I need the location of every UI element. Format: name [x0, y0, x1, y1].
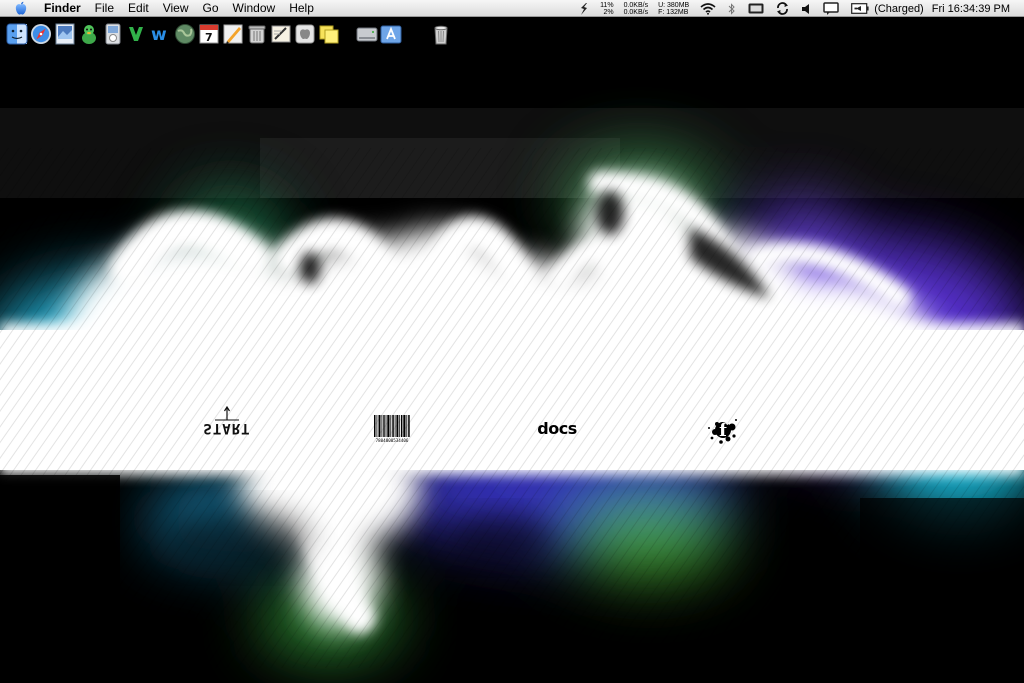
svg-text:7: 7: [205, 31, 213, 44]
adium-icon[interactable]: [78, 23, 100, 45]
barcode-shortcut[interactable]: 7804000534406: [372, 408, 412, 448]
menu-go[interactable]: Go: [196, 0, 226, 17]
trash-can-icon[interactable]: [246, 23, 268, 45]
desktop-wallpaper: [0, 18, 1024, 683]
pencil-app-icon[interactable]: [222, 23, 244, 45]
memory-line-2: F: 132MB: [658, 8, 689, 16]
volume-icon[interactable]: [801, 3, 811, 15]
svg-text:w: w: [151, 25, 167, 45]
menu-finder[interactable]: Finder: [42, 0, 88, 17]
stickies-icon[interactable]: [318, 23, 340, 45]
bluetooth-icon[interactable]: [728, 2, 736, 15]
logo-glyph: f: [719, 420, 728, 441]
logo-shortcut[interactable]: f: [700, 408, 746, 448]
network-line-2: 0.0KB/s: [623, 8, 649, 16]
barcode-icon: 7804000534406: [374, 415, 410, 443]
apple-app-icon[interactable]: [294, 23, 316, 45]
safari-icon[interactable]: [30, 23, 52, 45]
memory-line-1: U: 380MB: [658, 1, 690, 9]
memory-meter[interactable]: U: 380MB F: 132MB: [658, 2, 689, 16]
start-shortcut[interactable]: START: [203, 406, 251, 448]
docs-shortcut[interactable]: docs: [534, 408, 580, 448]
menu-file[interactable]: File: [88, 0, 121, 17]
grunge-f-logo-icon: f: [708, 419, 737, 444]
applications-folder-icon[interactable]: [380, 23, 402, 45]
cpu-line-1: 11%: [600, 1, 614, 9]
network-line-1: 0.0KB/s: [623, 1, 649, 9]
display-mirror-icon[interactable]: [748, 3, 764, 14]
menu-edit[interactable]: Edit: [121, 0, 156, 17]
docs-label: docs: [537, 418, 577, 438]
word-icon[interactable]: w: [150, 23, 172, 45]
menu-view[interactable]: View: [156, 0, 196, 17]
ical-icon[interactable]: 7: [198, 23, 220, 45]
menubar-clock[interactable]: Fri 16:34:39 PM: [932, 3, 1010, 15]
wifi-icon[interactable]: [700, 2, 716, 15]
speech-bubble-icon[interactable]: [823, 1, 839, 16]
dock: w 7: [6, 21, 454, 47]
barcode-digits: 7804000534406: [376, 438, 409, 443]
start-label: START: [203, 420, 251, 436]
apple-menu-icon[interactable]: [14, 1, 28, 16]
preview-icon[interactable]: [54, 23, 76, 45]
menu-bar: Finder File Edit View Go Window Help 11%…: [0, 0, 1024, 17]
network-meter[interactable]: 0.0KB/s 0.0KB/s: [624, 2, 649, 16]
globe-icon[interactable]: [174, 23, 196, 45]
battery-icon[interactable]: [851, 3, 869, 14]
itunes-icon[interactable]: [102, 23, 124, 45]
script-menu-icon[interactable]: [579, 2, 589, 16]
hard-drive-icon[interactable]: [356, 23, 378, 45]
menu-help[interactable]: Help: [282, 0, 321, 17]
sync-icon[interactable]: [776, 2, 789, 15]
trash-icon[interactable]: [430, 23, 452, 45]
dreamweaver-icon[interactable]: [126, 23, 148, 45]
menu-window[interactable]: Window: [226, 0, 283, 17]
cpu-meter[interactable]: 11% 2%: [600, 2, 614, 16]
textedit-icon[interactable]: [270, 23, 292, 45]
cpu-line-2: 2%: [603, 8, 614, 16]
finder-icon[interactable]: [6, 23, 28, 45]
light-painting-wallpaper: [0, 18, 1024, 683]
battery-status[interactable]: (Charged): [874, 3, 924, 15]
